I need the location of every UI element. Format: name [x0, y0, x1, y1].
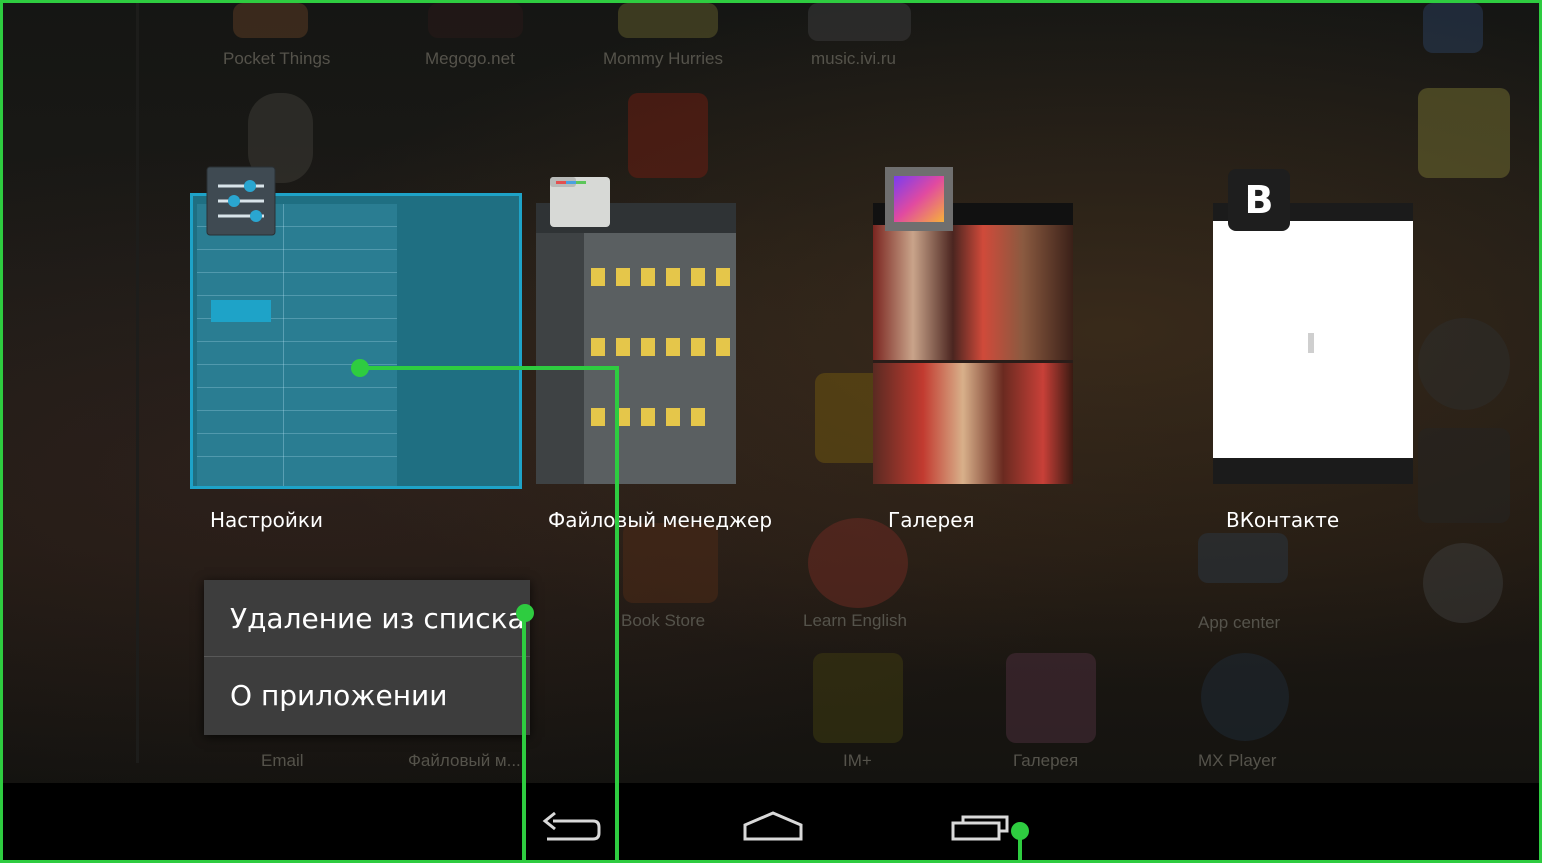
bg-label-file-manager: Файловый м... — [408, 751, 521, 770]
bg-label-im-plus: IM+ — [843, 751, 872, 770]
launcher-divider — [136, 3, 139, 763]
calculator-icon — [1418, 428, 1510, 523]
recent-app-thumbnail-gallery[interactable] — [873, 203, 1073, 484]
callout-line-remove-item — [522, 613, 526, 860]
back-button[interactable] — [523, 783, 613, 860]
photo-preview-top — [873, 225, 1073, 360]
screenshot-frame: Pocket Things Megogo.net Mommy Hurries m… — [0, 0, 1542, 863]
recent-app-label-file-manager: Файловый менеджер — [548, 508, 773, 532]
megogo-icon — [428, 3, 523, 38]
recent-app-thumbnail-file-manager[interactable] — [536, 203, 736, 484]
settings-screen-preview — [197, 204, 397, 486]
bg-label-megogo: Megogo.net — [425, 49, 515, 68]
pocket-things-icon — [233, 3, 308, 38]
im-plus-icon — [813, 653, 903, 743]
bg-label-gallery: Галерея — [1013, 751, 1079, 770]
recent-apps-button[interactable] — [933, 783, 1023, 860]
gallery-bg-icon — [1006, 653, 1096, 743]
contact-widget-icon — [1423, 3, 1483, 53]
magnifier-icon — [1423, 543, 1503, 623]
folder-icon — [548, 173, 612, 229]
context-menu: Удаление из списка О приложении — [204, 580, 530, 735]
bg-label-music-ivi: music.ivi.ru — [811, 49, 897, 68]
bg-label-mx-player: MX Player — [1198, 751, 1277, 770]
bg-label-mommy-hurries: Mommy Hurries — [603, 49, 723, 68]
bg-label-email: Email — [261, 751, 304, 770]
menu-item-app-info[interactable]: О приложении — [204, 657, 530, 734]
recent-apps-screen: Pocket Things Megogo.net Mommy Hurries m… — [3, 3, 1539, 783]
book-store-icon — [623, 523, 718, 603]
recent-app-label-gallery: Галерея — [888, 508, 975, 532]
vk-icon-letter: B — [1245, 178, 1274, 222]
callout-line-settings-horizontal — [360, 366, 618, 370]
recent-app-thumbnail-settings[interactable] — [190, 193, 522, 489]
recent-app-label-vkontakte: ВКонтакте — [1226, 508, 1340, 532]
map-widget-icon — [1418, 88, 1510, 178]
recent-app-label-settings: Настройки — [210, 508, 323, 532]
callout-line-settings-vertical — [615, 366, 619, 860]
mx-player-icon — [1201, 653, 1289, 741]
menu-item-remove-from-list[interactable]: Удаление из списка — [204, 580, 530, 657]
apps-drawer-icon — [1418, 318, 1510, 410]
photo-preview-bottom — [873, 363, 1073, 484]
navigation-bar — [3, 783, 1539, 860]
bg-label-app-center: App center — [1198, 613, 1281, 632]
mommy-hurries-icon — [618, 3, 718, 38]
folder-grid-preview — [591, 268, 730, 426]
bg-label-pocket-things: Pocket Things — [223, 49, 331, 68]
home-icon — [743, 811, 803, 841]
book-icon — [628, 93, 708, 178]
settings-sliders-icon — [206, 166, 276, 236]
recent-app-thumbnail-vkontakte[interactable] — [1213, 203, 1413, 484]
recent-apps-icon — [951, 815, 1009, 841]
app-center-icon — [1198, 533, 1288, 583]
vk-icon: B — [1227, 168, 1291, 232]
music-ivi-icon — [808, 3, 911, 41]
gallery-icon — [884, 166, 954, 232]
home-button[interactable] — [728, 783, 818, 860]
callout-line-recent-apps-button — [1018, 831, 1022, 860]
bg-label-learn-english: Learn English — [803, 611, 907, 630]
back-icon — [542, 811, 601, 841]
bg-label-book-store: Book Store — [621, 611, 706, 630]
